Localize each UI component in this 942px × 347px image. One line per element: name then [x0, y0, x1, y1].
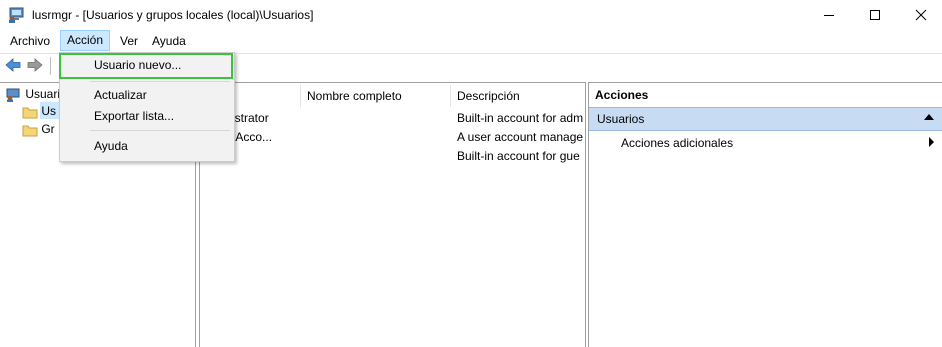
column-header-nombre-completo[interactable]: Nombre completo	[307, 87, 402, 105]
tree-item-label: Gr	[41, 122, 55, 136]
table-row-description[interactable]: Built-in account for gue	[457, 147, 583, 166]
actions-section-usuarios[interactable]: Usuarios	[589, 107, 942, 131]
column-header-descripcion[interactable]: Descripción	[457, 87, 520, 105]
computer-users-icon	[6, 88, 20, 102]
close-button[interactable]	[898, 0, 942, 30]
column-separator[interactable]	[300, 85, 301, 107]
computer-users-icon	[9, 7, 24, 23]
minimize-icon	[824, 15, 834, 16]
table-row-description[interactable]: A user account manage	[457, 128, 583, 147]
tree-item-label: Us	[41, 104, 57, 118]
forward-arrow-icon[interactable]	[26, 56, 44, 74]
menu-item-ayuda[interactable]: Ayuda	[60, 135, 232, 157]
close-icon	[915, 9, 927, 21]
back-arrow-icon[interactable]	[4, 56, 22, 74]
folder-icon	[22, 125, 38, 137]
menu-separator	[90, 81, 230, 82]
column-separator[interactable]	[450, 85, 451, 107]
menu-ver[interactable]: Ver	[114, 31, 144, 51]
tree-root-label: Usuari	[25, 87, 61, 101]
actions-title: Acciones	[589, 85, 942, 105]
menu-ayuda[interactable]: Ayuda	[146, 31, 192, 51]
window-title: lusrmgr - [Usuarios y grupos locales (lo…	[32, 8, 314, 22]
menu-item-actualizar[interactable]: Actualizar	[60, 84, 232, 106]
tree-item-usuarios[interactable]: Us	[22, 102, 56, 120]
menu-accion[interactable]: Acción	[60, 30, 111, 51]
table-row-description[interactable]: Built-in account for adm	[457, 109, 583, 128]
menu-archivo[interactable]: Archivo	[4, 31, 56, 51]
tree-root[interactable]: Usuari	[6, 85, 60, 103]
maximize-icon	[870, 10, 880, 20]
minimize-button[interactable]	[806, 0, 852, 30]
menu-item-exportar-lista[interactable]: Exportar lista...	[60, 105, 232, 127]
toolbar-separator	[50, 57, 51, 75]
acciones-adicionales-item[interactable]: Acciones adicionales	[621, 134, 733, 152]
collapse-up-icon[interactable]	[924, 114, 934, 120]
tree-item-grupos[interactable]: Gr	[22, 120, 55, 138]
submenu-arrow-icon	[929, 137, 934, 147]
highlight-box	[59, 53, 233, 79]
maximize-button[interactable]	[852, 0, 898, 30]
menu-separator	[90, 130, 230, 131]
folder-icon	[22, 107, 38, 119]
